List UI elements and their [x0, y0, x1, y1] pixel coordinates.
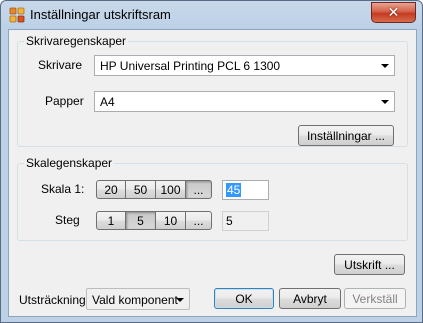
printer-properties-title: Skrivaregenskaper [24, 34, 129, 48]
printer-label: Skrivare [38, 58, 83, 72]
title-bar[interactable]: Inställningar utskriftsram ✕ [1, 1, 422, 29]
dialog-window: Inställningar utskriftsram ✕ Skrivaregen… [0, 0, 423, 323]
step-input[interactable]: 5 [222, 211, 269, 231]
close-button[interactable]: ✕ [371, 2, 416, 23]
scale-preset-50[interactable]: 50 [125, 180, 156, 199]
scale-preset-100[interactable]: 100 [155, 180, 186, 199]
ok-button[interactable]: OK [214, 288, 274, 309]
step-input-value: 5 [226, 214, 233, 228]
scale-label: Skala 1: [41, 182, 85, 196]
paper-select[interactable]: A4 [94, 91, 395, 112]
window-title: Inställningar utskriftsram [30, 7, 171, 22]
printer-select[interactable]: HP Universal Printing PCL 6 1300 [94, 55, 395, 76]
scale-preset-more[interactable]: ... [185, 180, 212, 199]
scale-preset-20[interactable]: 20 [96, 180, 126, 199]
extent-select-value: Vald komponent [92, 293, 178, 307]
step-preset-10[interactable]: 10 [155, 211, 186, 230]
scale-presets: 20 50 100 ... [96, 180, 212, 199]
extent-select[interactable]: Vald komponent [86, 288, 190, 310]
chevron-down-icon [381, 64, 389, 68]
step-label: Steg [55, 213, 80, 227]
step-presets: 1 5 10 ... [96, 211, 212, 230]
paper-select-value: A4 [100, 95, 115, 109]
scale-input-value: 45 [226, 183, 242, 197]
chevron-down-icon [381, 100, 389, 104]
extent-label: Utsträckning [19, 293, 86, 307]
step-preset-more[interactable]: ... [185, 211, 212, 230]
scale-input[interactable]: 45 [222, 180, 269, 200]
scale-properties-group: Skalegenskaper Skala 1: 20 50 100 ... 45… [17, 156, 408, 241]
scale-properties-title: Skalegenskaper [24, 156, 115, 170]
printer-properties-group: Skrivaregenskaper Skrivare HP Universal … [17, 34, 408, 147]
chevron-down-icon [176, 298, 184, 302]
print-button[interactable]: Utskrift ... [334, 254, 405, 275]
apply-button[interactable]: Verkställ [344, 288, 406, 309]
step-preset-1[interactable]: 1 [96, 211, 126, 230]
printer-select-value: HP Universal Printing PCL 6 1300 [100, 59, 281, 73]
paper-label: Papper [45, 94, 84, 108]
settings-app-icon [9, 7, 25, 23]
printer-settings-button[interactable]: Inställningar ... [298, 125, 394, 146]
step-preset-5[interactable]: 5 [125, 211, 156, 230]
dialog-body: Skrivaregenskaper Skrivare HP Universal … [8, 29, 417, 317]
cancel-button[interactable]: Avbryt [279, 288, 341, 309]
close-icon: ✕ [387, 4, 400, 21]
